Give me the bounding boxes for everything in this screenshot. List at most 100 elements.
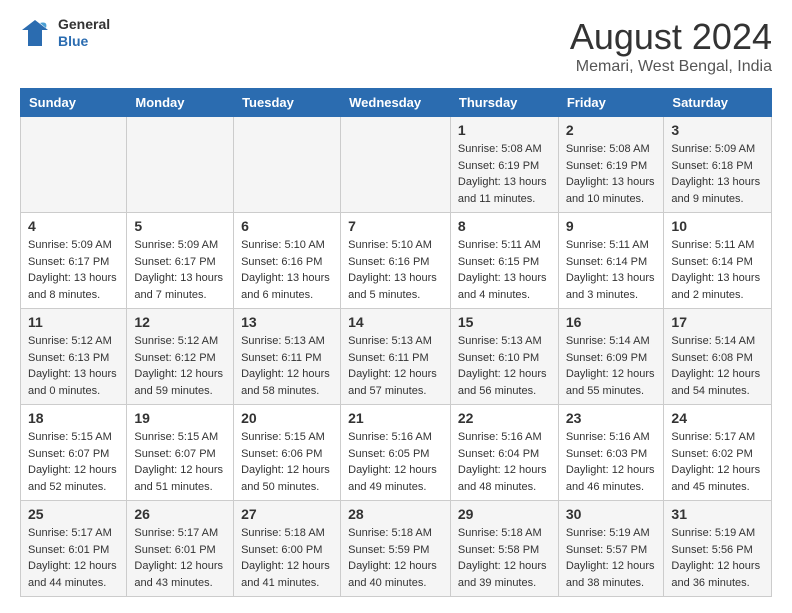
day-number: 8 <box>458 218 551 234</box>
day-number: 2 <box>566 122 657 138</box>
day-info: Sunrise: 5:12 AM Sunset: 6:12 PM Dayligh… <box>134 333 226 399</box>
table-row <box>127 117 234 213</box>
week-row-2: 4 Sunrise: 5:09 AM Sunset: 6:17 PM Daylig… <box>21 213 772 309</box>
day-number: 1 <box>458 122 551 138</box>
day-number: 21 <box>348 410 443 426</box>
table-row <box>234 117 341 213</box>
logo-arrow-icon <box>20 18 50 48</box>
logo: GeneralBlue <box>20 16 110 50</box>
logo-svg <box>20 18 50 48</box>
day-info: Sunrise: 5:13 AM Sunset: 6:11 PM Dayligh… <box>241 333 333 399</box>
header: GeneralBlue August 2024 Memari, West Ben… <box>20 16 772 76</box>
table-row: 4 Sunrise: 5:09 AM Sunset: 6:17 PM Daylig… <box>21 213 127 309</box>
table-row: 5Sunrise: 5:09 AM Sunset: 6:17 PM Daylig… <box>127 213 234 309</box>
table-row: 17Sunrise: 5:14 AM Sunset: 6:08 PM Dayli… <box>664 309 772 405</box>
day-info: Sunrise: 5:16 AM Sunset: 6:05 PM Dayligh… <box>348 429 443 495</box>
day-number: 28 <box>348 506 443 522</box>
day-info: Sunrise: 5:10 AM Sunset: 6:16 PM Dayligh… <box>241 237 333 303</box>
day-number: 12 <box>134 314 226 330</box>
day-number: 7 <box>348 218 443 234</box>
day-number: 14 <box>348 314 443 330</box>
table-row: 18 Sunrise: 5:15 AM Sunset: 6:07 PM Dayli… <box>21 405 127 501</box>
logo-text: GeneralBlue <box>58 16 110 50</box>
table-row: 24 Sunrise: 5:17 AM Sunset: 6:02 PM Dayli… <box>664 405 772 501</box>
table-row: 26Sunrise: 5:17 AM Sunset: 6:01 PM Dayli… <box>127 501 234 597</box>
day-info: Sunrise: 5:13 AM Sunset: 6:10 PM Dayligh… <box>458 333 551 399</box>
day-info: Sunrise: 5:17 AM Sunset: 6:02 PM Dayligh… <box>671 429 764 495</box>
day-number: 5 <box>134 218 226 234</box>
day-info: Sunrise: 5:19 AM Sunset: 5:57 PM Dayligh… <box>566 525 657 591</box>
table-row: 1 Sunrise: 5:08 AM Sunset: 6:19 PM Daylig… <box>450 117 558 213</box>
col-sunday: Sunday <box>21 89 127 117</box>
day-info: Sunrise: 5:09 AM Sunset: 6:18 PM Dayligh… <box>671 141 764 207</box>
table-row: 25 Sunrise: 5:17 AM Sunset: 6:01 PM Dayli… <box>21 501 127 597</box>
table-row: 14 Sunrise: 5:13 AM Sunset: 6:11 PM Dayli… <box>341 309 451 405</box>
day-number: 6 <box>241 218 333 234</box>
day-number: 18 <box>28 410 119 426</box>
page-container: GeneralBlue August 2024 Memari, West Ben… <box>0 0 792 613</box>
day-info: Sunrise: 5:11 AM Sunset: 6:14 PM Dayligh… <box>566 237 657 303</box>
table-row: 13Sunrise: 5:13 AM Sunset: 6:11 PM Dayli… <box>234 309 341 405</box>
day-info: Sunrise: 5:14 AM Sunset: 6:09 PM Dayligh… <box>566 333 657 399</box>
table-row: 3 Sunrise: 5:09 AM Sunset: 6:18 PM Daylig… <box>664 117 772 213</box>
day-number: 9 <box>566 218 657 234</box>
logo-general: General <box>58 16 110 33</box>
day-number: 19 <box>134 410 226 426</box>
day-number: 4 <box>28 218 119 234</box>
day-number: 31 <box>671 506 764 522</box>
week-row-1: 1 Sunrise: 5:08 AM Sunset: 6:19 PM Daylig… <box>21 117 772 213</box>
day-number: 11 <box>28 314 119 330</box>
day-info: Sunrise: 5:18 AM Sunset: 5:59 PM Dayligh… <box>348 525 443 591</box>
day-info: Sunrise: 5:13 AM Sunset: 6:11 PM Dayligh… <box>348 333 443 399</box>
day-info: Sunrise: 5:10 AM Sunset: 6:16 PM Dayligh… <box>348 237 443 303</box>
day-number: 25 <box>28 506 119 522</box>
day-info: Sunrise: 5:17 AM Sunset: 6:01 PM Dayligh… <box>28 525 119 591</box>
table-row: 6 Sunrise: 5:10 AM Sunset: 6:16 PM Daylig… <box>234 213 341 309</box>
table-row: 22Sunrise: 5:16 AM Sunset: 6:04 PM Dayli… <box>450 405 558 501</box>
table-row: 23 Sunrise: 5:16 AM Sunset: 6:03 PM Dayli… <box>558 405 664 501</box>
day-info: Sunrise: 5:16 AM Sunset: 6:03 PM Dayligh… <box>566 429 657 495</box>
day-info: Sunrise: 5:09 AM Sunset: 6:17 PM Dayligh… <box>28 237 119 303</box>
day-number: 16 <box>566 314 657 330</box>
col-tuesday: Tuesday <box>234 89 341 117</box>
day-number: 23 <box>566 410 657 426</box>
table-row <box>21 117 127 213</box>
table-row: 10Sunrise: 5:11 AM Sunset: 6:14 PM Dayli… <box>664 213 772 309</box>
day-info: Sunrise: 5:15 AM Sunset: 6:07 PM Dayligh… <box>28 429 119 495</box>
day-number: 15 <box>458 314 551 330</box>
day-info: Sunrise: 5:18 AM Sunset: 6:00 PM Dayligh… <box>241 525 333 591</box>
day-info: Sunrise: 5:15 AM Sunset: 6:06 PM Dayligh… <box>241 429 333 495</box>
day-number: 30 <box>566 506 657 522</box>
col-wednesday: Wednesday <box>341 89 451 117</box>
week-row-4: 18 Sunrise: 5:15 AM Sunset: 6:07 PM Dayli… <box>21 405 772 501</box>
day-number: 24 <box>671 410 764 426</box>
table-row: 9 Sunrise: 5:11 AM Sunset: 6:14 PM Daylig… <box>558 213 664 309</box>
day-info: Sunrise: 5:11 AM Sunset: 6:15 PM Dayligh… <box>458 237 551 303</box>
header-row: Sunday Monday Tuesday Wednesday Thursday… <box>21 89 772 117</box>
day-info: Sunrise: 5:12 AM Sunset: 6:13 PM Dayligh… <box>28 333 119 399</box>
table-row: 12 Sunrise: 5:12 AM Sunset: 6:12 PM Dayli… <box>127 309 234 405</box>
table-row: 11 Sunrise: 5:12 AM Sunset: 6:13 PM Dayli… <box>21 309 127 405</box>
table-row: 20Sunrise: 5:15 AM Sunset: 6:06 PM Dayli… <box>234 405 341 501</box>
logo-wrapper: GeneralBlue <box>20 16 110 50</box>
col-monday: Monday <box>127 89 234 117</box>
table-row: 27Sunrise: 5:18 AM Sunset: 6:00 PM Dayli… <box>234 501 341 597</box>
table-row: 21 Sunrise: 5:16 AM Sunset: 6:05 PM Dayli… <box>341 405 451 501</box>
day-info: Sunrise: 5:11 AM Sunset: 6:14 PM Dayligh… <box>671 237 764 303</box>
day-number: 3 <box>671 122 764 138</box>
table-row: 7 Sunrise: 5:10 AM Sunset: 6:16 PM Daylig… <box>341 213 451 309</box>
table-row: 19 Sunrise: 5:15 AM Sunset: 6:07 PM Dayli… <box>127 405 234 501</box>
day-number: 26 <box>134 506 226 522</box>
day-number: 22 <box>458 410 551 426</box>
week-row-3: 11 Sunrise: 5:12 AM Sunset: 6:13 PM Dayli… <box>21 309 772 405</box>
col-thursday: Thursday <box>450 89 558 117</box>
day-number: 29 <box>458 506 551 522</box>
title-section: August 2024 Memari, West Bengal, India <box>570 16 772 76</box>
table-row: 2 Sunrise: 5:08 AM Sunset: 6:19 PM Daylig… <box>558 117 664 213</box>
day-info: Sunrise: 5:08 AM Sunset: 6:19 PM Dayligh… <box>566 141 657 207</box>
month-title: August 2024 <box>570 16 772 58</box>
day-info: Sunrise: 5:08 AM Sunset: 6:19 PM Dayligh… <box>458 141 551 207</box>
col-friday: Friday <box>558 89 664 117</box>
table-row: 31Sunrise: 5:19 AM Sunset: 5:56 PM Dayli… <box>664 501 772 597</box>
day-info: Sunrise: 5:15 AM Sunset: 6:07 PM Dayligh… <box>134 429 226 495</box>
